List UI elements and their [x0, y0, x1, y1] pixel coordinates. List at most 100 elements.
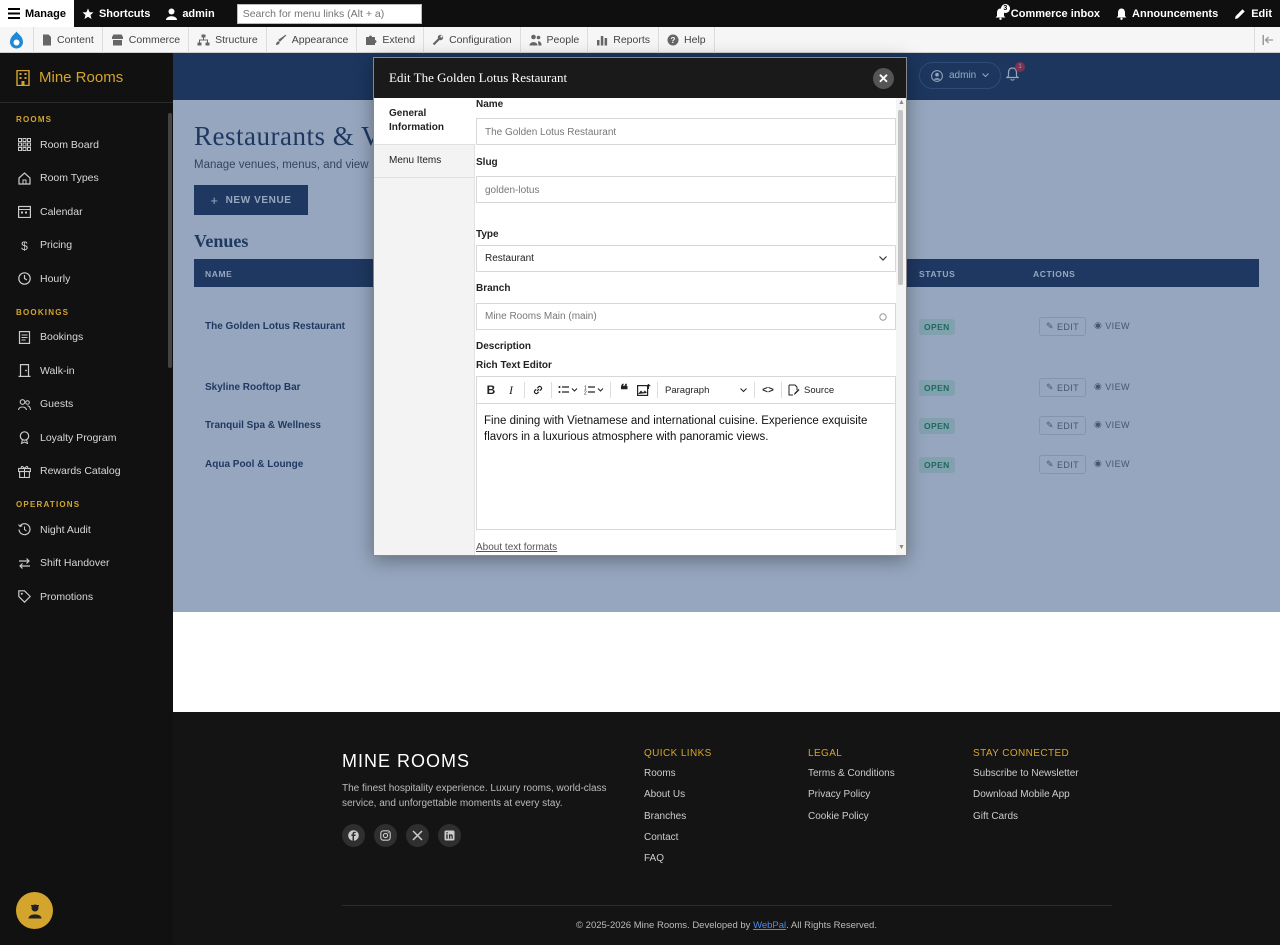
tray-item-people[interactable]: People — [521, 26, 589, 53]
announcements-tab[interactable]: Announcements — [1108, 0, 1226, 27]
code-button[interactable]: <> — [758, 379, 778, 401]
numbered-list-icon: 12 — [584, 386, 604, 395]
tray-label-content: Content — [57, 33, 94, 46]
sidebar-item-guests[interactable]: Guests — [0, 388, 173, 422]
rich-text-editor[interactable]: Fine dining with Vietnamese and internat… — [476, 404, 896, 530]
facebook-icon[interactable] — [342, 824, 365, 847]
sidebar-item-loyalty-program[interactable]: Loyalty Program — [0, 421, 173, 455]
name-label: Name — [476, 99, 504, 110]
footer-column-title: LEGAL — [808, 748, 843, 759]
tray-item-appearance[interactable]: Appearance — [267, 26, 358, 53]
footer-link-rooms[interactable]: Rooms — [644, 768, 712, 789]
developer-link[interactable]: WebPal — [753, 920, 786, 931]
footer-link-newsletter[interactable]: Subscribe to Newsletter — [973, 768, 1079, 789]
sidebar-label-room-board: Room Board — [40, 138, 99, 151]
manage-tab[interactable]: Manage — [0, 0, 74, 27]
footer-legal: LEGAL Terms & Conditions Privacy Policy … — [808, 748, 895, 832]
footer-link-contact[interactable]: Contact — [644, 832, 712, 853]
dialog-body: General Information Menu Items Name The … — [374, 98, 906, 555]
tray-collapse-button[interactable] — [1254, 26, 1280, 53]
sidebar-item-hourly[interactable]: Hourly — [0, 262, 173, 296]
sidebar-item-night-audit[interactable]: Night Audit — [0, 513, 173, 547]
x-twitter-icon[interactable] — [406, 824, 429, 847]
name-field[interactable]: The Golden Lotus Restaurant — [476, 118, 896, 145]
bold-button[interactable]: B — [481, 379, 501, 401]
sidebar-item-promotions[interactable]: Promotions — [0, 580, 173, 614]
sidebar-item-room-types[interactable]: Room Types — [0, 162, 173, 196]
tray-item-content[interactable]: Content — [34, 26, 103, 53]
sidebar-item-rewards-catalog[interactable]: Rewards Catalog — [0, 455, 173, 489]
footer-link-privacy[interactable]: Privacy Policy — [808, 789, 895, 810]
tray-item-structure[interactable]: Structure — [189, 26, 267, 53]
footer-link-gift-cards[interactable]: Gift Cards — [973, 811, 1079, 832]
footer-link-mobile-app[interactable]: Download Mobile App — [973, 789, 1079, 810]
sidebar-item-room-board[interactable]: Room Board — [0, 128, 173, 162]
history-icon — [18, 523, 31, 536]
tray-item-extend[interactable]: Extend — [357, 26, 425, 53]
tab-general-information[interactable]: General Information — [374, 98, 475, 145]
type-select[interactable]: Restaurant — [476, 245, 896, 272]
link-button[interactable] — [528, 379, 548, 401]
sidebar-item-pricing[interactable]: $ Pricing — [0, 229, 173, 263]
tray-item-configuration[interactable]: Configuration — [424, 26, 521, 53]
dialog-scrollbar[interactable]: ▲ ▼ — [896, 98, 906, 555]
tray-label-structure: Structure — [215, 33, 258, 46]
linkedin-icon[interactable] — [438, 824, 461, 847]
drupal-logo[interactable] — [0, 26, 34, 53]
sidebar-scrollbar[interactable] — [168, 113, 172, 368]
clock-icon — [18, 272, 31, 286]
scrollbar-thumb[interactable] — [898, 110, 903, 285]
about-text-formats-link[interactable]: About text formats — [476, 542, 557, 553]
tab-menu-items[interactable]: Menu Items — [374, 145, 474, 178]
footer-link-terms[interactable]: Terms & Conditions — [808, 768, 895, 789]
shortcuts-label: Shortcuts — [98, 7, 151, 20]
tray-label-reports: Reports — [613, 33, 651, 46]
brand-name: Mine Rooms — [39, 69, 124, 86]
heading-dropdown[interactable]: Paragraph — [661, 379, 751, 401]
slug-label: Slug — [476, 157, 498, 168]
slug-value: golden-lotus — [485, 185, 540, 196]
description-label: Description — [476, 341, 532, 352]
edit-tab[interactable]: Edit — [1226, 0, 1280, 27]
tray-label-configuration: Configuration — [449, 33, 512, 46]
slug-field[interactable]: golden-lotus — [476, 176, 896, 203]
toolbar-separator — [610, 382, 611, 398]
assistant-button[interactable] — [16, 892, 53, 929]
footer-link-about[interactable]: About Us — [644, 789, 712, 810]
shortcuts-tab[interactable]: Shortcuts — [74, 0, 158, 27]
insert-image-button[interactable] — [634, 379, 654, 401]
drupal-drop-icon — [10, 31, 23, 48]
section-operations-title: OPERATIONS — [16, 500, 81, 509]
brand[interactable]: Mine Rooms — [0, 53, 173, 103]
bulleted-list-button[interactable] — [555, 379, 581, 401]
menu-search-input[interactable] — [236, 3, 422, 24]
italic-button[interactable]: I — [501, 379, 521, 401]
blockquote-button[interactable]: ❝ — [614, 379, 634, 401]
numbered-list-button[interactable]: 12 — [581, 379, 607, 401]
footer-link-branches[interactable]: Branches — [644, 811, 712, 832]
sidebar-item-shift-handover[interactable]: Shift Handover — [0, 547, 173, 581]
list-doc-icon — [18, 330, 31, 344]
footer-link-cookies[interactable]: Cookie Policy — [808, 811, 895, 832]
tray-item-commerce[interactable]: Commerce — [103, 26, 190, 53]
source-button[interactable]: Source — [785, 379, 837, 401]
tag-icon — [18, 590, 31, 604]
commerce-inbox-tab[interactable]: 3 Commerce inbox — [987, 0, 1108, 27]
hamburger-icon — [8, 8, 20, 19]
swap-arrows-icon — [19, 557, 30, 569]
instagram-icon[interactable] — [374, 824, 397, 847]
tray-item-help[interactable]: ? Help — [659, 26, 715, 53]
users-icon — [18, 398, 31, 410]
sidebar-label-room-types: Room Types — [40, 172, 99, 185]
footer-link-faq[interactable]: FAQ — [644, 853, 712, 874]
user-tab[interactable]: admin — [158, 0, 222, 27]
sidebar-item-walk-in[interactable]: Walk-in — [0, 354, 173, 388]
sidebar-item-bookings[interactable]: Bookings — [0, 321, 173, 355]
venue-form: Name The Golden Lotus Restaurant Slug go… — [475, 98, 896, 555]
branch-autocomplete[interactable]: Mine Rooms Main (main) — [476, 303, 896, 330]
toolbar-separator — [781, 382, 782, 398]
pencil-icon — [1235, 8, 1245, 19]
close-button[interactable]: ✕ — [873, 68, 894, 89]
tray-item-reports[interactable]: Reports — [588, 26, 660, 53]
sidebar-item-calendar[interactable]: Calendar — [0, 195, 173, 229]
